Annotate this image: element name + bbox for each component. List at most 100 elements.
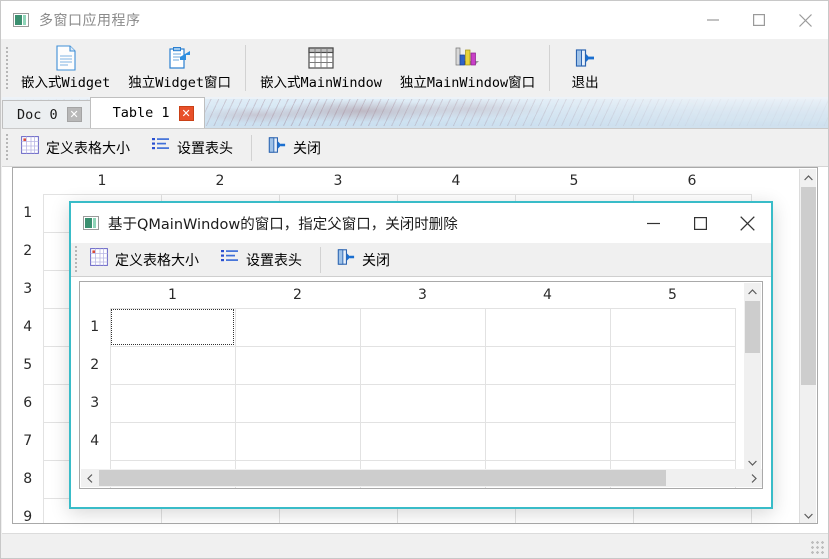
table-cell[interactable] [359,307,486,347]
toolbar-drag-handle[interactable] [2,39,12,97]
row-header[interactable]: 4 [13,308,43,346]
exit-door-icon [337,248,355,271]
table-cell[interactable] [609,383,736,423]
close-button[interactable] [782,1,828,39]
toolbar-item-standalone-mainwindow-window[interactable]: 独立MainWindow窗口 [391,39,544,97]
scrollbar-thumb[interactable] [801,187,816,385]
column-header[interactable]: 2 [161,168,279,194]
column-header[interactable]: 1 [43,168,161,194]
table-cell[interactable] [359,383,486,423]
scroll-left-icon[interactable] [81,473,99,483]
document-toolbar: 定义表格大小 设置表头 关闭 [2,129,828,167]
column-header[interactable]: 2 [235,282,360,308]
subwindow-toolbar-label: 关闭 [362,252,390,269]
toolbar-item-standalone-widget-window[interactable]: 独立Widget窗口 [119,39,240,97]
doc-toolbar-item-close[interactable]: 关闭 [258,133,333,162]
subwindow-toolbar-label: 设置表头 [246,252,302,269]
tab-label: Table 1 [112,105,170,121]
toolbar-item-exit[interactable]: 退出 [555,39,615,97]
table-cell[interactable] [234,421,361,461]
table-cell[interactable] [609,307,736,347]
row-header[interactable]: 1 [13,194,43,232]
tab-close-icon[interactable]: ✕ [66,107,82,122]
row-header[interactable]: 2 [13,232,43,270]
subwindow-titlebar[interactable]: 基于QMainWindow的窗口，指定父窗口，关闭时删除 [71,203,771,243]
minimize-button[interactable] [690,1,736,39]
table-cell[interactable] [609,421,736,461]
row-header[interactable]: 6 [13,384,43,422]
scroll-down-icon[interactable] [800,507,817,523]
row-header[interactable]: 5 [13,346,43,384]
scrollbar-thumb[interactable] [99,470,666,486]
doc-toolbar-label: 定义表格大小 [46,140,130,157]
table-cell[interactable] [359,345,486,385]
toolbar-drag-handle[interactable] [71,245,80,274]
tab-table-1[interactable]: Table 1 ✕ [89,97,205,128]
table-cell[interactable] [484,421,611,461]
tab-doc-0[interactable]: Doc 0 ✕ [2,100,91,128]
resize-grip-icon[interactable] [810,540,824,554]
table-cell[interactable] [109,345,236,385]
table-cell[interactable] [109,383,236,423]
toolbar-drag-handle[interactable] [2,133,11,162]
table-cell[interactable] [234,345,361,385]
subwindow-close-button[interactable] [724,203,771,243]
toolbar-item-embedded-mainwindow[interactable]: 嵌入式MainWindow [251,39,391,97]
subwindow-toolbar-item-close[interactable]: 关闭 [327,245,402,274]
subwindow-toolbar-item-set-header[interactable]: 设置表头 [211,246,314,273]
table-cell[interactable] [234,307,361,347]
row-header[interactable]: 3 [13,270,43,308]
table-cell[interactable] [484,307,611,347]
column-header[interactable]: 4 [397,168,515,194]
table-row: 2 [80,345,736,385]
row-header[interactable]: 9 [13,498,43,523]
scrollbar-thumb[interactable] [745,301,760,353]
table-cell[interactable] [609,345,736,385]
doc-toolbar-item-set-header[interactable]: 设置表头 [142,134,245,161]
page-title: 多窗口应用程序 [39,13,141,29]
clipboard-arrow-icon [168,43,192,73]
row-header[interactable]: 3 [80,384,110,422]
column-header[interactable]: 4 [485,282,610,308]
subwindow-maximize-button[interactable] [677,203,724,243]
column-header[interactable]: 1 [110,282,235,308]
subwindow-table-horizontal-scrollbar[interactable] [81,469,762,487]
doc-toolbar-item-define-table-size[interactable]: 定义表格大小 [11,133,142,162]
table-cell[interactable] [109,421,236,461]
table-size-icon [90,248,108,271]
toolbar-separator [320,246,321,273]
scroll-up-icon[interactable] [800,169,816,186]
column-header[interactable]: 3 [360,282,485,308]
subwindow-qmainwindow[interactable]: 基于QMainWindow的窗口，指定父窗口，关闭时删除 定义表格大小 设置表头… [69,201,773,509]
subwindow-controls [630,203,771,243]
column-header[interactable]: 3 [279,168,397,194]
maximize-button[interactable] [736,1,782,39]
row-header[interactable]: 2 [80,346,110,384]
scroll-right-icon[interactable] [745,473,762,483]
table-cell[interactable] [359,421,486,461]
row-header[interactable]: 4 [80,422,110,460]
subwindow-table[interactable]: 1 2 3 4 5 1 2 3 4 [79,281,763,489]
table-cell-selected[interactable] [109,307,236,347]
scroll-up-icon[interactable] [744,283,761,300]
table-cell[interactable] [484,345,611,385]
table-cell[interactable] [234,383,361,423]
column-header[interactable]: 5 [610,282,735,308]
table-corner-cell [80,282,110,308]
list-header-icon [221,249,239,270]
table-header-row: 1 2 3 4 5 6 [13,168,751,194]
scrollbar-track[interactable] [99,469,745,487]
toolbar-item-embedded-widget[interactable]: 嵌入式Widget [12,39,119,97]
column-header[interactable]: 5 [515,168,633,194]
column-header[interactable]: 6 [633,168,751,194]
row-header[interactable]: 8 [13,460,43,498]
row-header[interactable]: 1 [80,308,110,346]
subwindow-toolbar-item-define-table-size[interactable]: 定义表格大小 [80,245,211,274]
subwindow-minimize-button[interactable] [630,203,677,243]
background-table-vertical-scrollbar[interactable] [799,169,817,523]
table-cell[interactable] [484,383,611,423]
tab-close-icon[interactable]: ✕ [178,105,194,121]
row-header[interactable]: 7 [13,422,43,460]
toolbar-label: 嵌入式Widget [21,75,111,91]
subwindow-table-vertical-scrollbar[interactable] [744,283,761,471]
